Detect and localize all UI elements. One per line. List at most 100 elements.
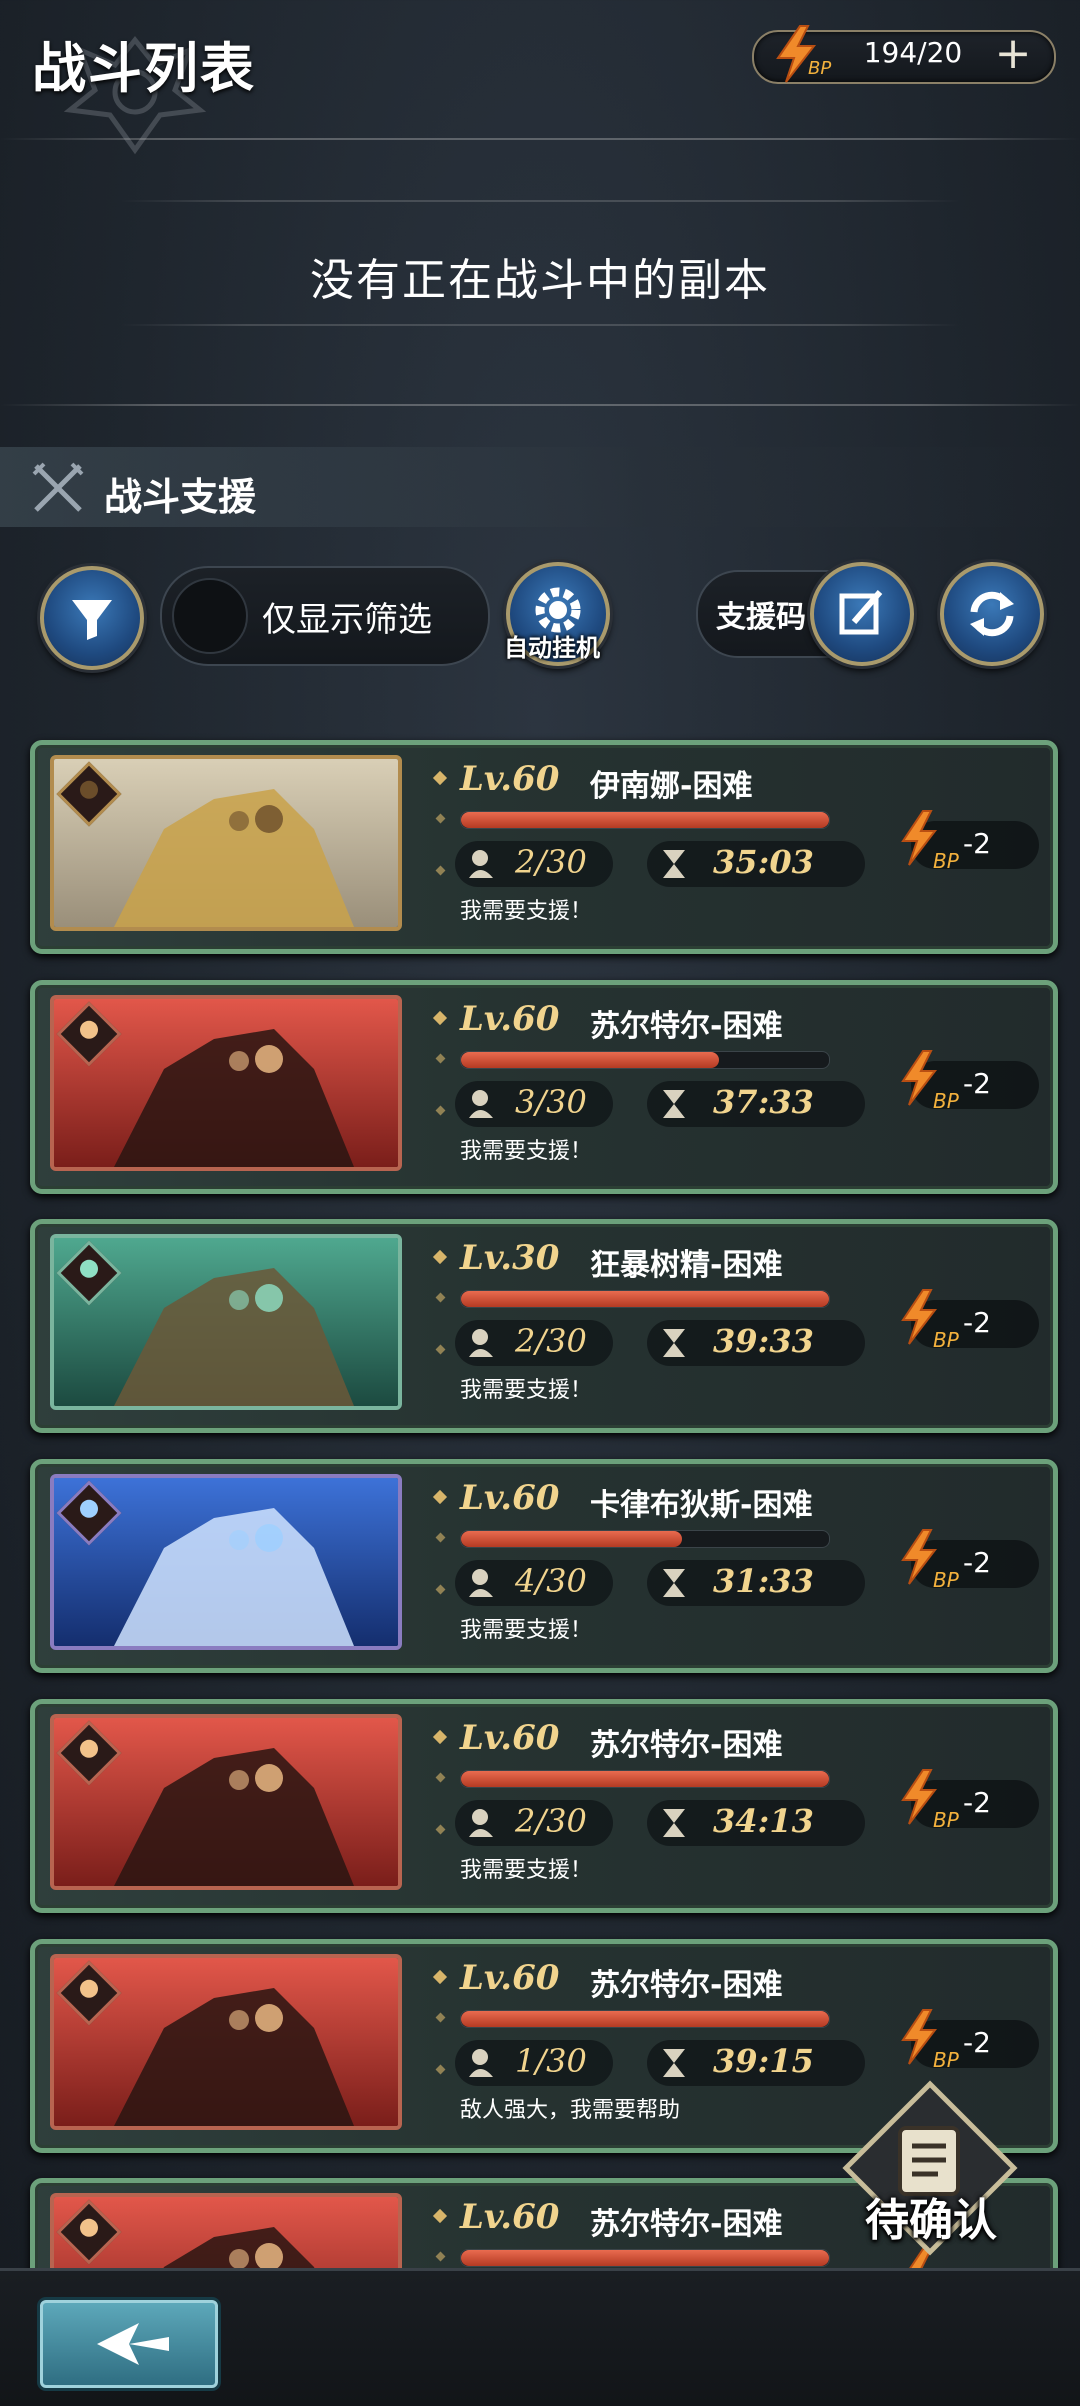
page-title: 战斗列表	[32, 37, 256, 100]
bp-cost-label: BP	[933, 849, 959, 873]
player-icon	[469, 1809, 493, 1837]
filter-toggle-label: 仅显示筛选	[262, 600, 432, 640]
bullet-icon	[435, 813, 446, 824]
battle-card[interactable]: Lv.60 卡律布狄斯-困难 4/30 31:33 我需要支援！ BP -2	[30, 1459, 1058, 1673]
boss-level: Lv.60	[460, 1718, 560, 1758]
bullet-icon	[432, 2208, 448, 2224]
help-message: 我需要支援！	[460, 1378, 593, 1403]
filter-button[interactable]	[40, 566, 144, 670]
boss-hp-fill	[461, 2250, 829, 2266]
battle-timer: 31:33	[713, 1562, 814, 1600]
boss-thumbnail	[50, 1714, 402, 1890]
section-title: 战斗支援	[104, 475, 257, 519]
boss-hp-fill	[461, 1052, 719, 1068]
bp-cost-label: BP	[933, 1328, 959, 1352]
bp-cost-value: -2	[963, 827, 991, 860]
pending-label[interactable]: 待确认	[846, 2184, 1016, 2248]
no-battle-message: 没有正在战斗中的副本	[310, 255, 770, 306]
add-bp-button[interactable]: +	[990, 32, 1036, 76]
battle-card[interactable]: Lv.60 伊南娜-困难 2/30 35:03 我需要支援！ BP -2	[30, 740, 1058, 954]
battle-card[interactable]: Lv.30 狂暴树精-困难 2/30 39:33 我需要支援！ BP -2	[30, 1219, 1058, 1433]
boss-hp-bar	[460, 1770, 830, 1788]
boss-thumbnail	[50, 1474, 402, 1650]
bullet-icon	[432, 1729, 448, 1745]
boss-hp-fill	[461, 2011, 829, 2027]
boss-thumbnail	[50, 1954, 402, 2130]
boss-hp-bar	[460, 1290, 830, 1308]
toggle-knob	[172, 578, 248, 654]
boss-name: 狂暴树精-困难	[590, 1248, 783, 1283]
boss-name: 苏尔特尔-困难	[590, 1968, 783, 2003]
divider	[120, 324, 960, 326]
boss-hp-fill	[461, 1771, 829, 1787]
boss-hp-bar	[460, 2249, 830, 2267]
bullet-icon	[432, 1969, 448, 1985]
boss-thumbnail	[50, 995, 402, 1171]
bullet-icon	[435, 1824, 446, 1835]
bullet-icon	[432, 1010, 448, 1026]
boss-level: Lv.60	[460, 759, 560, 799]
player-icon	[469, 2049, 493, 2077]
boss-level: Lv.30	[460, 1238, 560, 1278]
boss-level: Lv.60	[460, 1958, 560, 1998]
bp-value: 194/20	[863, 36, 963, 69]
boss-hp-bar	[460, 1051, 830, 1069]
divider	[0, 404, 1080, 406]
bullet-icon	[435, 2064, 446, 2075]
boss-hp-fill	[461, 1531, 682, 1547]
bullet-icon	[435, 1292, 446, 1303]
support-code-button[interactable]	[810, 562, 914, 666]
bullet-icon	[435, 1772, 446, 1783]
battle-timer: 39:33	[713, 1322, 814, 1360]
player-count: 3/30	[515, 1083, 587, 1121]
boss-name: 苏尔特尔-困难	[590, 1728, 783, 1763]
player-icon	[469, 1569, 493, 1597]
bullet-icon	[435, 1344, 446, 1355]
boss-level: Lv.60	[460, 1478, 560, 1518]
filter-icon	[72, 600, 112, 640]
battle-timer: 37:33	[713, 1083, 814, 1121]
player-count: 2/30	[515, 1802, 587, 1840]
bp-cost-value: -2	[963, 1306, 991, 1339]
bullet-icon	[432, 1489, 448, 1505]
help-message: 我需要支援！	[460, 1858, 593, 1883]
hourglass-icon	[663, 1809, 685, 1837]
bp-cost-value: -2	[963, 2026, 991, 2059]
boss-name: 苏尔特尔-困难	[590, 2207, 783, 2242]
battle-timer: 35:03	[713, 843, 814, 881]
boss-name: 卡律布狄斯-困难	[590, 1488, 813, 1523]
player-icon	[469, 1090, 493, 1118]
support-code-label: 支援码	[716, 600, 806, 635]
back-button[interactable]	[40, 2300, 218, 2388]
boss-hp-bar	[460, 1530, 830, 1548]
bullet-icon	[435, 1532, 446, 1543]
player-count: 4/30	[515, 1562, 587, 1600]
help-message: 敌人强大，我需要帮助	[460, 2098, 681, 2123]
bp-cost-value: -2	[963, 1546, 991, 1579]
bullet-icon	[432, 1249, 448, 1265]
battle-card[interactable]: Lv.60 苏尔特尔-困难 3/30 37:33 我需要支援！ BP -2	[30, 980, 1058, 1194]
bullet-icon	[435, 2012, 446, 2023]
bp-cost-value: -2	[963, 1067, 991, 1100]
edit-icon	[839, 590, 883, 635]
boss-thumbnail	[50, 1234, 402, 1410]
back-arrow-icon	[97, 2323, 169, 2365]
player-count: 1/30	[515, 2042, 587, 2080]
player-count: 2/30	[515, 843, 587, 881]
player-icon	[469, 850, 493, 878]
boss-level: Lv.60	[460, 999, 560, 1039]
bullet-icon	[435, 1053, 446, 1064]
refresh-button[interactable]	[940, 562, 1044, 666]
hourglass-icon	[663, 850, 685, 878]
bullet-icon	[435, 1105, 446, 1116]
hourglass-icon	[663, 2049, 685, 2077]
boss-hp-bar	[460, 811, 830, 829]
boss-name: 伊南娜-困难	[590, 769, 753, 804]
divider	[120, 200, 960, 202]
bp-cost-label: BP	[933, 1089, 959, 1113]
battle-card[interactable]: Lv.60 苏尔特尔-困难 2/30 34:13 我需要支援！ BP -2	[30, 1699, 1058, 1913]
refresh-icon	[970, 591, 1014, 637]
bullet-icon	[435, 1584, 446, 1595]
auto-label: 自动挂机	[504, 634, 600, 662]
bullet-icon	[435, 2251, 446, 2262]
